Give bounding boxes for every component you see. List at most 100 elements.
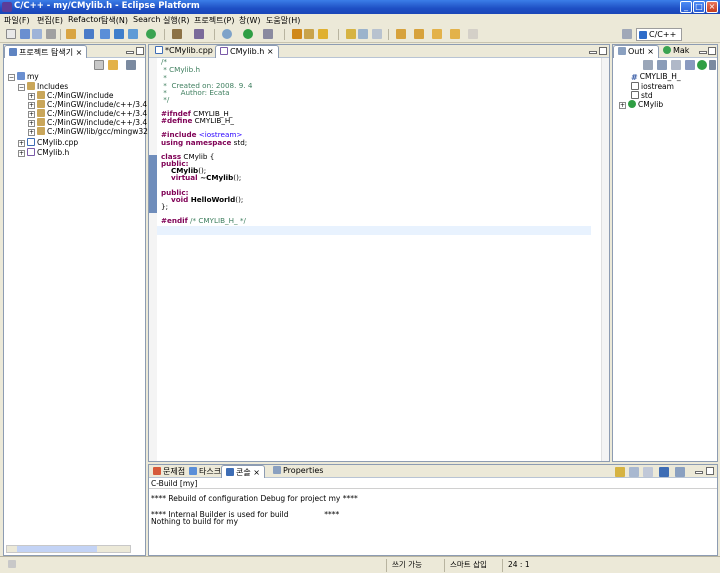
expand-toggle[interactable]: + — [28, 120, 35, 127]
tree-item-include-path[interactable]: + C:/MinGW/include/c++/3.4.5/ — [28, 118, 157, 127]
menu-project[interactable]: 프로젝트(P) — [194, 15, 235, 26]
code-line[interactable]: using namespace std; — [161, 139, 247, 147]
menu-search[interactable]: Search — [133, 15, 160, 24]
hide-static-icon[interactable] — [671, 60, 681, 70]
code-line[interactable]: void HelloWorld(); — [161, 196, 243, 204]
open-perspective-icon[interactable] — [622, 29, 632, 39]
close-icon[interactable]: × — [253, 468, 260, 477]
make-target-icon[interactable] — [194, 29, 204, 39]
back-icon[interactable] — [432, 29, 442, 39]
menu-edit[interactable]: 편집(E) — [37, 15, 63, 26]
menu-help[interactable]: 도움말(H) — [266, 15, 300, 26]
new-project-icon[interactable] — [84, 29, 94, 39]
maximize-view-icon[interactable] — [708, 47, 716, 55]
minimize-view-icon[interactable] — [126, 51, 134, 54]
collapse-toggle[interactable]: − — [8, 74, 15, 81]
new-class-icon[interactable] — [100, 29, 110, 39]
previous-annotation-icon[interactable] — [414, 29, 424, 39]
maximize-view-icon[interactable] — [706, 467, 714, 475]
maximize-button[interactable]: □ — [693, 1, 705, 13]
forward-icon[interactable] — [450, 29, 460, 39]
tab-cmylib-h[interactable]: CMylib.h × — [215, 45, 279, 58]
close-icon[interactable]: × — [76, 48, 83, 57]
expand-toggle[interactable]: + — [28, 102, 35, 109]
save-all-icon[interactable] — [32, 29, 42, 39]
group-icon[interactable] — [697, 60, 707, 70]
next-annotation-icon[interactable] — [396, 29, 406, 39]
horizontal-scrollbar[interactable] — [6, 545, 131, 553]
build-hammer-icon[interactable] — [172, 29, 182, 39]
code-line[interactable]: #endif /* CMYLIB_H_ */ — [161, 217, 246, 225]
print-icon[interactable] — [46, 29, 56, 39]
view-menu-icon[interactable] — [126, 60, 136, 70]
expand-toggle[interactable]: + — [28, 111, 35, 118]
hide-fields-icon[interactable] — [657, 60, 667, 70]
tree-item-include-path[interactable]: + C:/MinGW/include/c++/3.4.5/ — [28, 109, 157, 118]
link-with-editor-icon[interactable] — [108, 60, 118, 70]
last-edit-icon[interactable] — [468, 29, 478, 39]
close-window-button[interactable]: × — [706, 1, 718, 13]
sort-icon[interactable] — [643, 60, 653, 70]
code-line[interactable]: virtual ~CMylib(); — [161, 174, 241, 182]
tab-make-targets[interactable]: Mak — [659, 45, 693, 58]
show-whitespace-icon[interactable] — [358, 29, 368, 39]
open-type-icon[interactable] — [292, 29, 302, 39]
pin-console-icon[interactable] — [643, 467, 653, 477]
menu-run[interactable]: 실행(R) — [163, 15, 190, 26]
debug-icon[interactable] — [222, 29, 232, 39]
new-folder-icon[interactable] — [128, 29, 138, 39]
tree-item-includes[interactable]: − Includes — [18, 82, 68, 91]
tab-properties[interactable]: Properties — [269, 465, 327, 478]
scrollbar-thumb[interactable] — [17, 546, 97, 552]
tree-item-include-path[interactable]: + C:/MinGW/lib/gcc/mingw32/ — [28, 127, 150, 136]
view-menu-icon[interactable] — [709, 60, 716, 70]
code-line[interactable]: */ — [161, 96, 169, 104]
code-line[interactable]: * Author: Ecata — [161, 89, 229, 97]
build-icon[interactable] — [66, 29, 76, 39]
outline-item[interactable]: std — [631, 91, 653, 100]
minimize-button[interactable]: _ — [680, 1, 692, 13]
tree-item-include-path[interactable]: + C:/MinGW/include — [28, 91, 114, 100]
tab-problems[interactable]: 문제점 — [149, 465, 189, 478]
outline-item[interactable]: + CMylib — [619, 100, 663, 109]
external-tools-icon[interactable] — [263, 29, 273, 39]
outline-item[interactable]: # CMYLIB_H_ — [631, 72, 681, 82]
menu-file[interactable]: 파일(F) — [4, 15, 30, 26]
tab-outline[interactable]: Outl × — [613, 45, 659, 58]
save-icon[interactable] — [20, 29, 30, 39]
minimize-view-icon[interactable] — [695, 471, 703, 474]
menu-window[interactable]: 창(W) — [239, 15, 261, 26]
expand-toggle[interactable]: + — [28, 129, 35, 136]
collapse-all-icon[interactable] — [94, 60, 104, 70]
maximize-view-icon[interactable] — [599, 47, 607, 55]
expand-toggle[interactable]: + — [18, 150, 25, 157]
clear-console-icon[interactable] — [615, 467, 625, 477]
maximize-view-icon[interactable] — [136, 47, 144, 55]
new-file-icon[interactable] — [114, 29, 124, 39]
tree-item-project[interactable]: − my — [8, 72, 39, 81]
menu-refactor[interactable]: Refactor — [68, 15, 102, 24]
perspective-switcher[interactable]: C/C++ — [636, 28, 682, 41]
tab-tasks[interactable]: 타스크 — [185, 465, 225, 478]
close-icon[interactable]: × — [267, 47, 274, 56]
menu-navigate[interactable]: 탐색(N) — [101, 15, 128, 26]
expand-toggle[interactable]: + — [18, 140, 25, 147]
run-icon[interactable] — [243, 29, 253, 39]
show-selected-icon[interactable] — [372, 29, 382, 39]
collapse-toggle[interactable]: − — [18, 84, 25, 91]
scroll-lock-icon[interactable] — [629, 467, 639, 477]
tree-item-include-path[interactable]: + C:/MinGW/include/c++/3.4.5 — [28, 100, 154, 109]
hide-non-public-icon[interactable] — [685, 60, 695, 70]
open-element-icon[interactable] — [304, 29, 314, 39]
new-source-icon[interactable] — [146, 29, 156, 39]
outline-item[interactable]: iostream — [631, 82, 674, 91]
expand-toggle[interactable]: + — [28, 93, 35, 100]
new-icon[interactable] — [6, 29, 16, 39]
minimize-view-icon[interactable] — [589, 51, 597, 54]
close-icon[interactable]: × — [647, 47, 654, 56]
search-icon[interactable] — [318, 29, 328, 39]
tab-console[interactable]: 콘솔 × — [221, 465, 265, 478]
code-line[interactable]: }; — [161, 203, 168, 211]
code-line[interactable]: #define CMYLIB_H_ — [161, 117, 234, 125]
tab-project-explorer[interactable]: 프로젝트 탐색기 × — [4, 45, 88, 58]
